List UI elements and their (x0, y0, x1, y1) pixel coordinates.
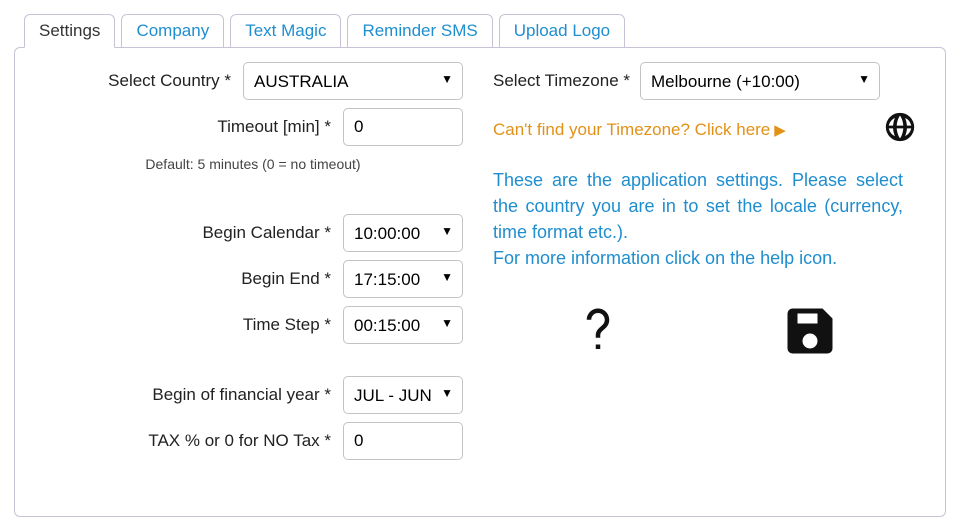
tab-reminder-sms[interactable]: Reminder SMS (347, 14, 492, 48)
label-tax: TAX % or 0 for NO Tax * (43, 431, 343, 451)
label-begin-calendar: Begin Calendar * (43, 223, 343, 243)
select-country[interactable]: AUSTRALIA (243, 62, 463, 100)
tabs: Settings Company Text Magic Reminder SMS… (14, 14, 946, 48)
tab-text-magic[interactable]: Text Magic (230, 14, 341, 48)
save-icon[interactable] (780, 301, 840, 366)
input-timeout[interactable] (343, 108, 463, 146)
label-timeout: Timeout [min] * (43, 117, 343, 137)
help-icon[interactable] (571, 304, 625, 363)
link-cant-find-timezone-text: Can't find your Timezone? Click here (493, 120, 770, 140)
select-financial-year[interactable]: JUL - JUN (343, 376, 463, 414)
input-tax[interactable] (343, 422, 463, 460)
tab-upload-logo[interactable]: Upload Logo (499, 14, 625, 48)
description-text: These are the application settings. Plea… (493, 167, 903, 271)
select-timezone[interactable]: Melbourne (+10:00) (640, 62, 880, 100)
label-begin-end: Begin End * (43, 269, 343, 289)
tab-settings[interactable]: Settings (24, 14, 115, 48)
right-column: Select Timezone * Melbourne (+10:00) Can… (493, 62, 917, 494)
select-begin-end[interactable]: 17:15:00 (343, 260, 463, 298)
label-select-timezone: Select Timezone * (493, 71, 640, 91)
settings-panel: Select Country * AUSTRALIA Timeout [min]… (14, 47, 946, 517)
label-financial-year: Begin of financial year * (43, 385, 343, 405)
label-time-step: Time Step * (43, 315, 343, 335)
globe-icon[interactable] (883, 110, 917, 149)
select-begin-calendar[interactable]: 10:00:00 (343, 214, 463, 252)
select-time-step[interactable]: 00:15:00 (343, 306, 463, 344)
chevron-right-icon: ▶ (774, 121, 786, 139)
label-select-country: Select Country * (43, 71, 243, 91)
hint-timeout: Default: 5 minutes (0 = no timeout) (43, 156, 463, 172)
link-cant-find-timezone[interactable]: Can't find your Timezone? Click here ▶ (493, 120, 786, 140)
tab-company[interactable]: Company (121, 14, 224, 48)
left-column: Select Country * AUSTRALIA Timeout [min]… (43, 62, 463, 494)
